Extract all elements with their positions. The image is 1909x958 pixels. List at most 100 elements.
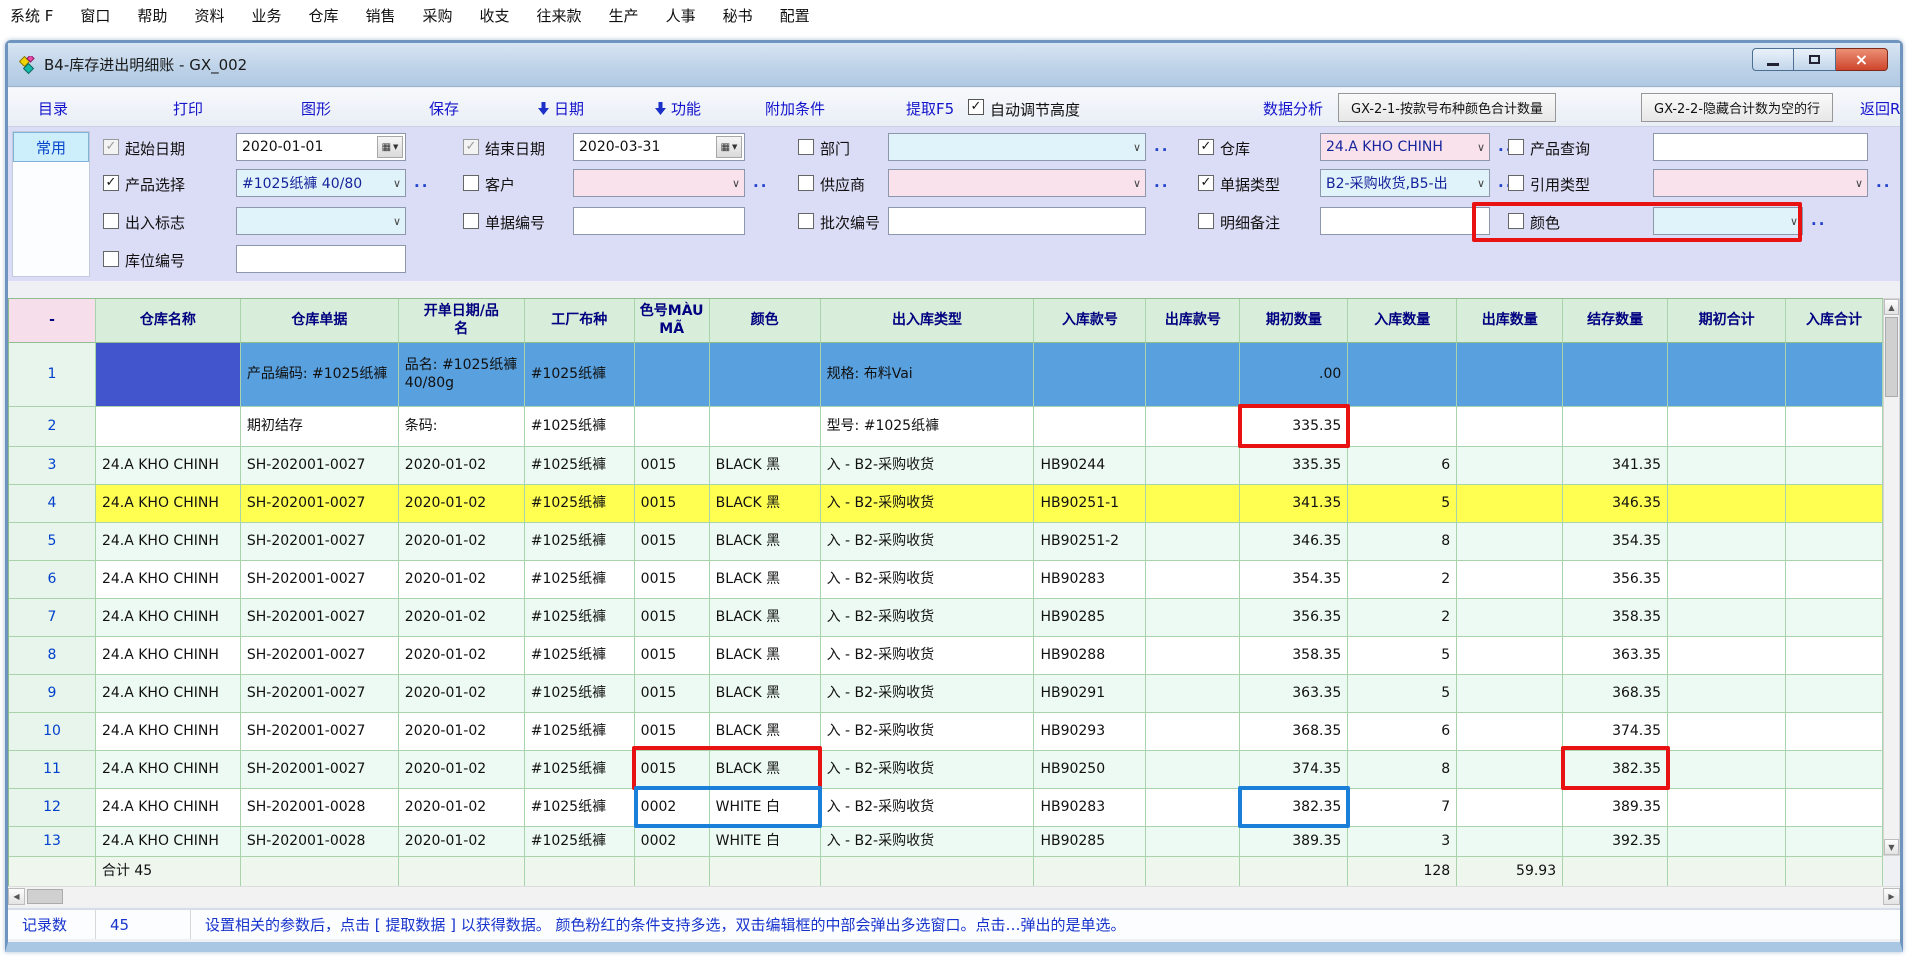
table-cell[interactable]	[1786, 713, 1883, 751]
row-number-cell[interactable]: 6	[9, 561, 96, 599]
table-cell[interactable]	[1786, 637, 1883, 675]
filter-field-select[interactable]: B2-采购收货,B5-出∨	[1320, 169, 1490, 197]
table-cell[interactable]	[1034, 407, 1146, 447]
filter-checkbox[interactable]	[103, 213, 119, 229]
table-cell[interactable]: 2020-01-02	[399, 523, 525, 561]
calendar-button[interactable]: ▦▼	[377, 136, 403, 158]
table-cell[interactable]	[710, 407, 821, 447]
table-cell[interactable]	[1786, 523, 1883, 561]
table-row[interactable]: 324.A KHO CHINHSH-202001-00272020-01-02#…	[9, 447, 1883, 485]
filter-field-select[interactable]: 24.A KHO CHINH∨	[1320, 133, 1490, 161]
table-cell[interactable]: 341.35	[1563, 447, 1668, 485]
row-number-cell[interactable]: 11	[9, 751, 96, 789]
table-cell[interactable]: 24.A KHO CHINH	[96, 751, 241, 789]
table-cell[interactable]	[1146, 485, 1240, 523]
table-cell[interactable]: 规格: 布料Vai	[821, 343, 1035, 407]
toolbar-link[interactable]: 保存	[429, 98, 459, 119]
vertical-scroll-thumb[interactable]	[1885, 317, 1898, 397]
table-cell[interactable]: 0015	[635, 599, 710, 637]
table-cell[interactable]	[1668, 485, 1786, 523]
table-cell[interactable]: SH-202001-0027	[241, 675, 399, 713]
table-cell[interactable]: SH-202001-0027	[241, 599, 399, 637]
tab-common[interactable]: 常用	[13, 132, 89, 162]
table-cell[interactable]: 6	[1348, 447, 1457, 485]
table-cell[interactable]: SH-202001-0027	[241, 485, 399, 523]
column-header[interactable]: 工厂布种	[525, 299, 635, 343]
table-cell[interactable]	[1668, 637, 1786, 675]
table-cell[interactable]: 368.35	[1563, 675, 1668, 713]
filter-checkbox[interactable]	[463, 175, 479, 191]
more-options-dots[interactable]: ..	[1154, 137, 1169, 155]
filter-checkbox[interactable]: ✓	[103, 175, 119, 191]
table-cell[interactable]: 8	[1348, 523, 1457, 561]
table-cell[interactable]: SH-202001-0028	[241, 789, 399, 827]
filter-field-input[interactable]	[1320, 207, 1490, 235]
filter-field-select[interactable]: ∨	[236, 207, 406, 235]
filter-checkbox[interactable]: ✓	[1198, 175, 1214, 191]
table-cell[interactable]	[1786, 561, 1883, 599]
table-row[interactable]: 524.A KHO CHINHSH-202001-00272020-01-02#…	[9, 523, 1883, 561]
table-cell[interactable]: 24.A KHO CHINH	[96, 447, 241, 485]
table-cell[interactable]	[635, 343, 710, 407]
table-cell[interactable]	[1457, 713, 1563, 751]
table-cell[interactable]: 入 - B2-采购收货	[821, 675, 1035, 713]
table-cell[interactable]: 354.35	[1240, 561, 1348, 599]
table-cell[interactable]	[1146, 713, 1240, 751]
row-number-cell[interactable]: 3	[9, 447, 96, 485]
table-cell[interactable]	[1457, 447, 1563, 485]
menu-item[interactable]: 仓库	[308, 5, 338, 26]
menu-item[interactable]: 收支	[480, 5, 510, 26]
table-cell[interactable]: BLACK 黑	[710, 675, 821, 713]
column-header[interactable]: 颜色	[710, 299, 821, 343]
table-cell[interactable]: 0002	[635, 827, 710, 857]
table-cell[interactable]: #1025纸褲	[525, 523, 635, 561]
table-cell[interactable]	[1668, 407, 1786, 447]
table-cell[interactable]: BLACK 黑	[710, 447, 821, 485]
table-row[interactable]: 1224.A KHO CHINHSH-202001-00282020-01-02…	[9, 789, 1883, 827]
table-cell[interactable]: 0015	[635, 561, 710, 599]
table-cell[interactable]: 0015	[635, 751, 710, 789]
table-cell[interactable]	[1786, 407, 1883, 447]
table-cell[interactable]: 392.35	[1563, 827, 1668, 857]
table-cell[interactable]: 24.A KHO CHINH	[96, 713, 241, 751]
more-options-dots[interactable]: ..	[1811, 211, 1826, 229]
table-row[interactable]: 1324.A KHO CHINHSH-202001-00282020-01-02…	[9, 827, 1883, 857]
table-cell[interactable]: 2020-01-02	[399, 485, 525, 523]
table-cell[interactable]: #1025纸褲	[525, 751, 635, 789]
table-cell[interactable]: 389.35	[1240, 827, 1348, 857]
maximize-button[interactable]	[1794, 48, 1836, 71]
table-cell[interactable]	[635, 407, 710, 447]
column-header[interactable]: 仓库单据	[241, 299, 399, 343]
table-cell[interactable]: #1025纸褲	[525, 407, 635, 447]
table-cell[interactable]: HB90250	[1034, 751, 1146, 789]
table-cell[interactable]	[1668, 523, 1786, 561]
table-cell[interactable]: SH-202001-0027	[241, 637, 399, 675]
table-cell[interactable]: SH-202001-0027	[241, 523, 399, 561]
table-cell[interactable]	[1146, 447, 1240, 485]
table-cell[interactable]: HB90291	[1034, 675, 1146, 713]
menu-item[interactable]: 生产	[609, 5, 639, 26]
table-cell[interactable]: 341.35	[1240, 485, 1348, 523]
table-cell[interactable]	[635, 857, 710, 887]
table-cell[interactable]	[96, 407, 241, 447]
table-row[interactable]: 924.A KHO CHINHSH-202001-00272020-01-02#…	[9, 675, 1883, 713]
menu-item[interactable]: 往来款	[537, 5, 582, 26]
row-number-cell[interactable]: 4	[9, 485, 96, 523]
table-cell[interactable]	[1668, 447, 1786, 485]
table-cell[interactable]: 入 - B2-采购收货	[821, 827, 1035, 857]
table-cell[interactable]	[1668, 789, 1786, 827]
table-cell[interactable]: #1025纸褲	[525, 827, 635, 857]
table-cell[interactable]: HB90288	[1034, 637, 1146, 675]
table-cell[interactable]: 363.35	[1563, 637, 1668, 675]
table-row[interactable]: 合计 4512859.93	[9, 857, 1883, 887]
table-cell[interactable]: 7	[1348, 789, 1457, 827]
table-cell[interactable]	[1668, 751, 1786, 789]
table-cell[interactable]: 2020-01-02	[399, 561, 525, 599]
filter-field-date[interactable]: 2020-03-31▦▼	[573, 133, 745, 161]
table-cell[interactable]: 24.A KHO CHINH	[96, 827, 241, 857]
minimize-button[interactable]	[1752, 48, 1794, 71]
menu-item[interactable]: 系统 F	[10, 5, 53, 26]
table-cell[interactable]	[1457, 789, 1563, 827]
table-cell[interactable]: 2020-01-02	[399, 827, 525, 857]
table-cell[interactable]	[1146, 637, 1240, 675]
